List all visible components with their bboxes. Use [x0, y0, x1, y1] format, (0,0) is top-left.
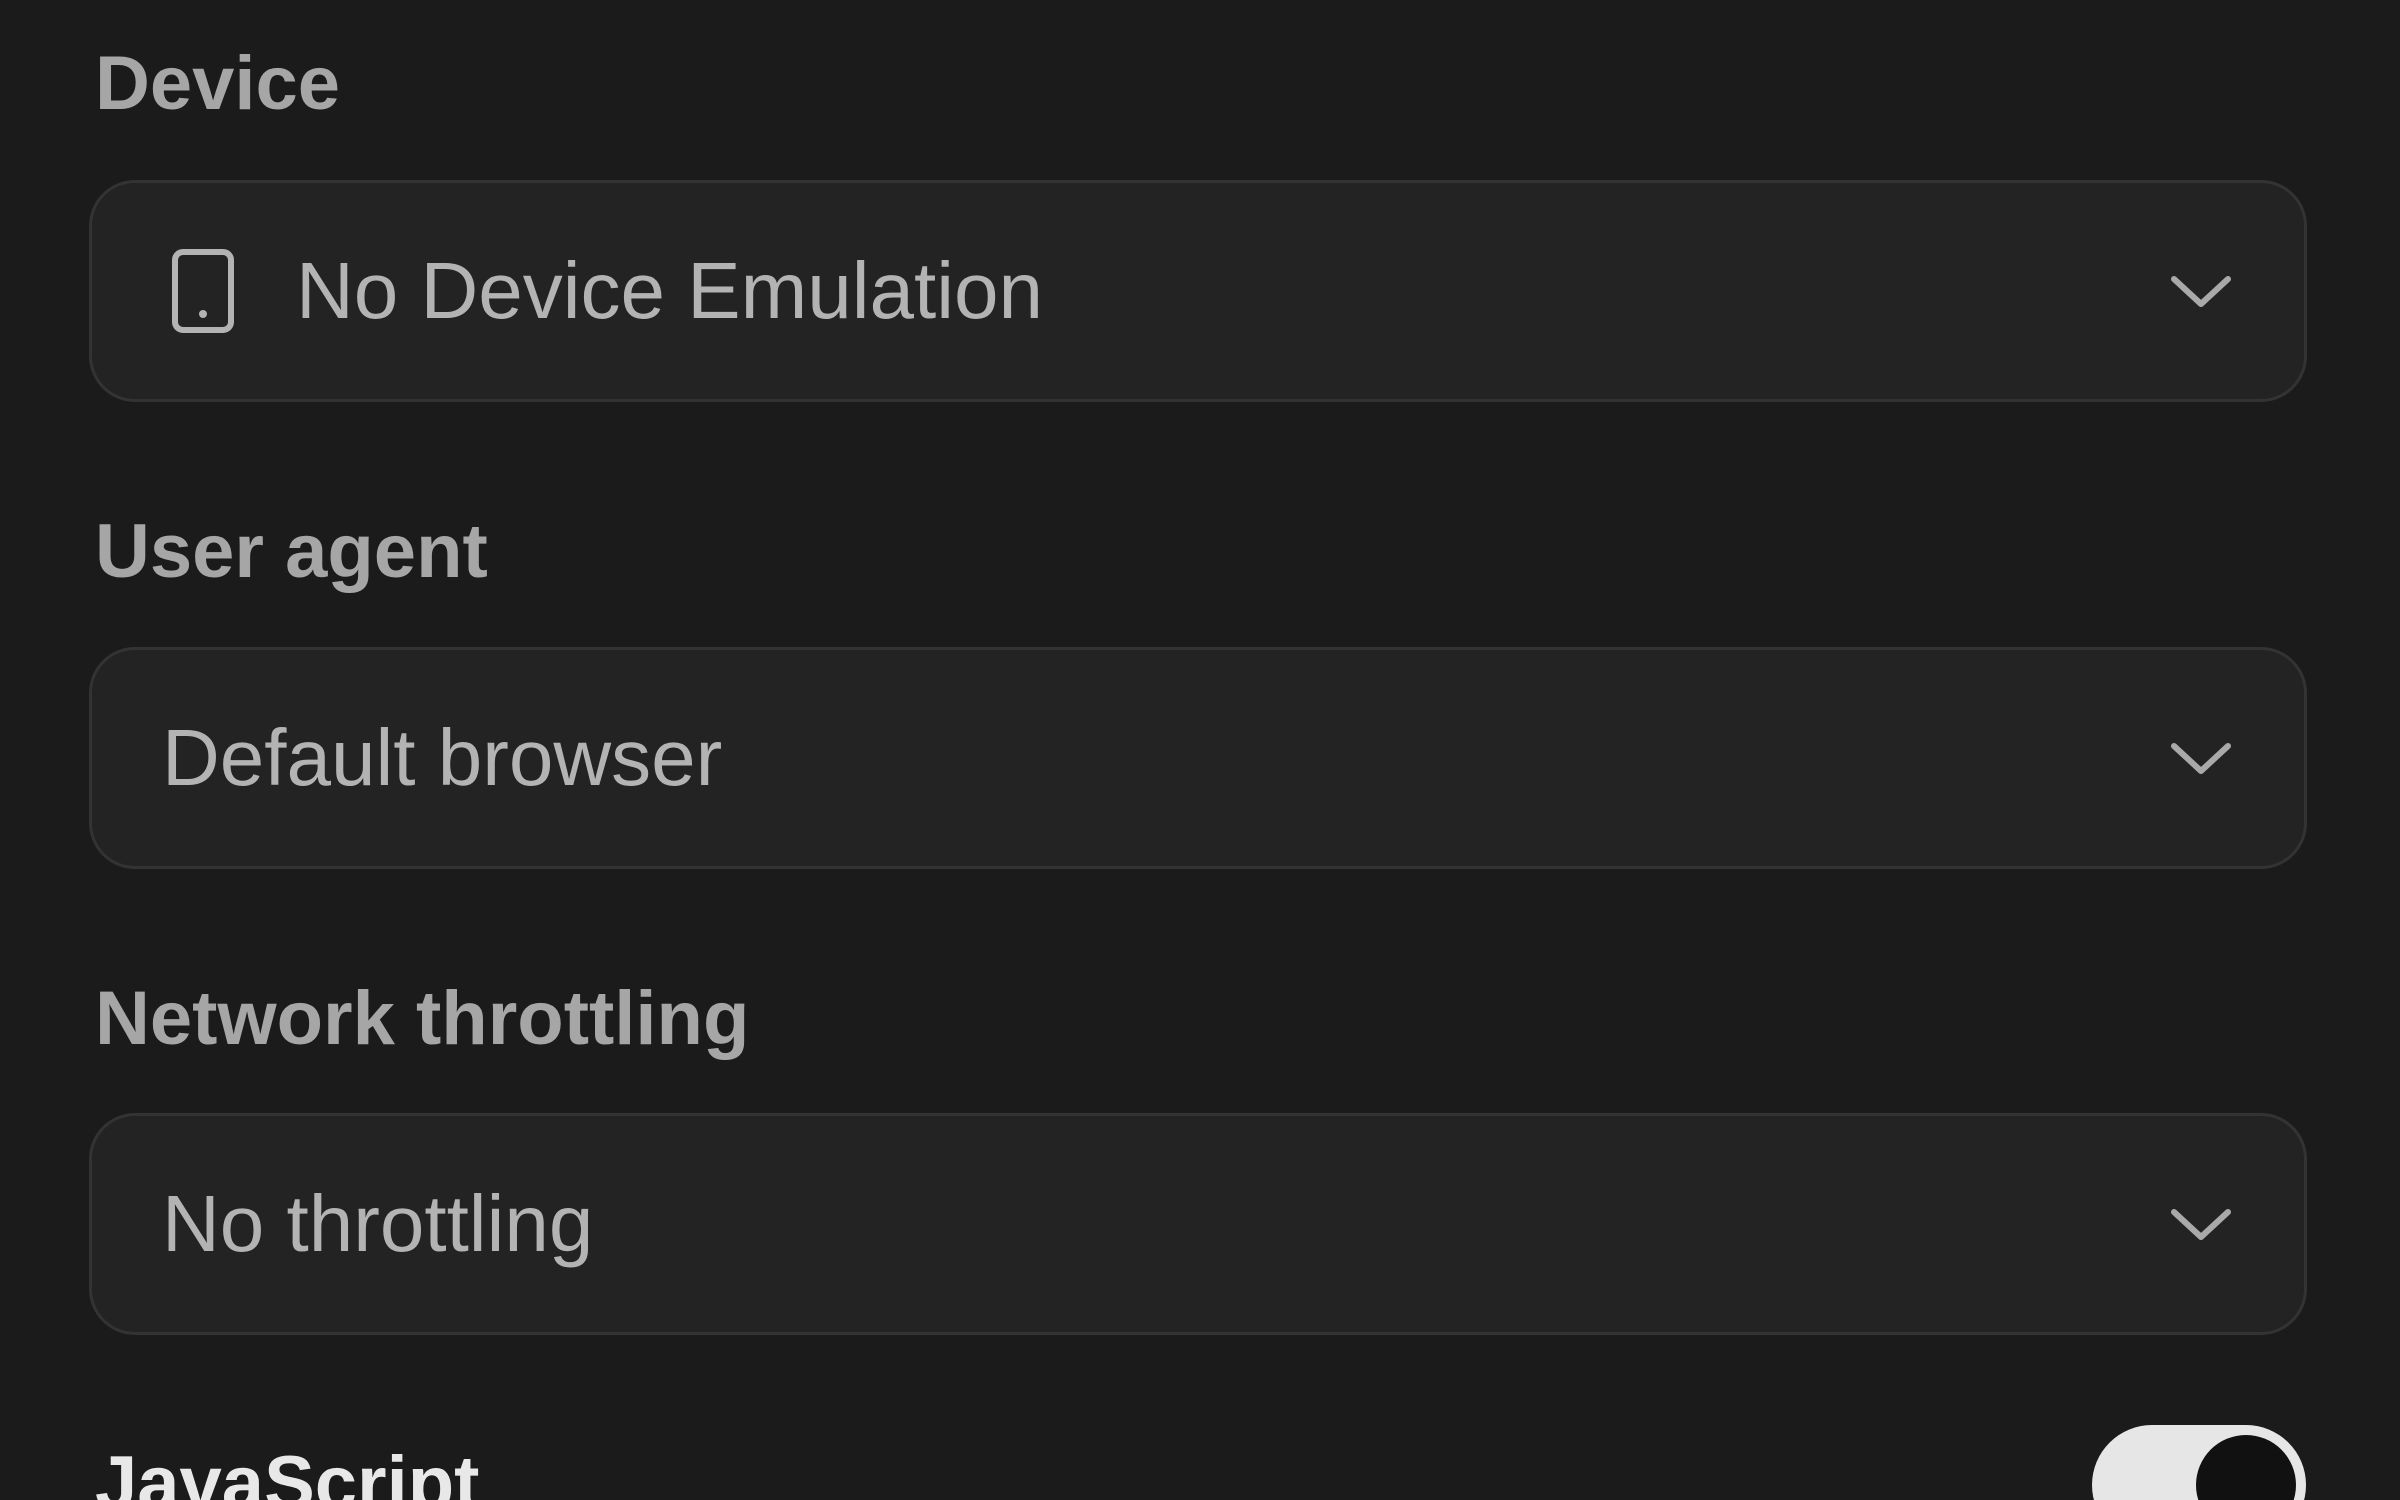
- network-throttling-select-value: No throttling: [162, 1179, 594, 1268]
- chevron-down-icon: [2171, 276, 2231, 307]
- chevron-down-icon: [2171, 743, 2231, 774]
- network-throttling-select[interactable]: No throttling: [89, 1113, 2307, 1335]
- user-agent-select-value: Default browser: [162, 713, 723, 802]
- user-agent-select[interactable]: Default browser: [89, 647, 2307, 869]
- network-throttling-label: Network throttling: [95, 976, 750, 1061]
- mobile-device-icon: [172, 249, 234, 333]
- device-select-value: No Device Emulation: [296, 246, 1043, 335]
- javascript-label: JavaScript: [95, 1441, 480, 1500]
- toggle-knob: [2196, 1435, 2296, 1500]
- emulation-settings-panel: Device No Device Emulation User agent De…: [0, 0, 2400, 1500]
- user-agent-label: User agent: [95, 509, 488, 594]
- javascript-toggle[interactable]: [2092, 1425, 2306, 1500]
- device-label: Device: [95, 41, 341, 126]
- device-select[interactable]: No Device Emulation: [89, 180, 2307, 402]
- chevron-down-icon: [2171, 1209, 2231, 1240]
